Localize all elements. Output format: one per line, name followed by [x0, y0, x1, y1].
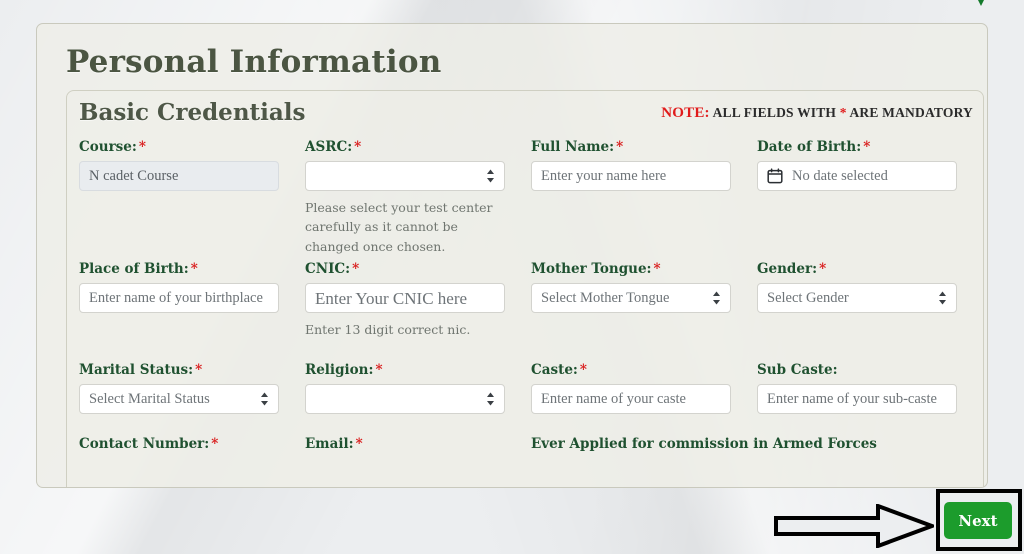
label-contact-number: Contact Number: * — [79, 436, 219, 452]
course-input[interactable]: N cadet Course — [79, 161, 279, 191]
form-row-2: Place of Birth: * Enter name of your birt… — [79, 261, 973, 362]
date-of-birth-input[interactable]: No date selected — [757, 161, 957, 191]
field-date-of-birth: Date of Birth: * No date selected — [757, 139, 957, 191]
full-name-input[interactable]: Enter your name here — [531, 161, 731, 191]
field-gender: Gender: * Select Gender — [757, 261, 957, 313]
form-grid: Course: * N cadet Course ASRC: * Please se… — [79, 139, 973, 475]
panel-title: Basic Credentials — [79, 99, 306, 126]
form-row-3: Marital Status: * Select Marital Status R… — [79, 362, 973, 435]
chevron-updown-icon — [938, 291, 947, 305]
cnic-input[interactable]: Enter Your CNIC here — [305, 283, 505, 313]
marital-status-value: Select Marital Status — [89, 390, 210, 407]
field-asrc: ASRC: * Please select your test center ca… — [305, 139, 505, 256]
chevron-updown-icon — [260, 392, 269, 406]
field-religion: Religion: * — [305, 362, 505, 414]
field-email: Email: * — [305, 435, 505, 453]
basic-credentials-panel: Basic Credentials NOTE: ALL FIELDS WITH … — [66, 90, 984, 487]
religion-select[interactable] — [305, 384, 505, 414]
cnic-hint: Enter 13 digit correct nic. — [305, 322, 471, 337]
field-marital-status: Marital Status: * Select Marital Status — [79, 362, 279, 414]
label-marital-status: Marital Status: * — [79, 362, 203, 378]
label-sub-caste: Sub Caste: — [757, 362, 838, 378]
date-of-birth-value: No date selected — [792, 167, 888, 184]
mother-tongue-value: Select Mother Tongue — [541, 289, 670, 306]
label-email: Email: * — [305, 436, 363, 452]
mandatory-note: NOTE: ALL FIELDS WITH * ARE MANDATORY — [661, 105, 973, 122]
marital-status-select[interactable]: Select Marital Status — [79, 384, 279, 414]
mother-tongue-select[interactable]: Select Mother Tongue — [531, 283, 731, 313]
label-place-of-birth: Place of Birth: * — [79, 261, 198, 277]
gender-value: Select Gender — [767, 289, 849, 306]
next-button[interactable]: Next — [944, 502, 1012, 539]
page-title: Personal Information — [66, 44, 442, 80]
field-full-name: Full Name: * Enter your name here — [531, 139, 731, 191]
asrc-select[interactable] — [305, 161, 505, 191]
field-sub-caste: Sub Caste: Enter name of your sub-caste — [757, 362, 957, 414]
asrc-hint: Please select your test center carefully… — [305, 200, 493, 254]
label-caste: Caste: * — [531, 362, 587, 378]
label-asrc: ASRC: * — [305, 139, 362, 155]
chevron-updown-icon — [486, 169, 495, 183]
calendar-icon — [767, 168, 783, 184]
chevron-updown-icon — [486, 392, 495, 406]
field-contact-number: Contact Number: * — [79, 435, 279, 453]
form-row-1: Course: * N cadet Course ASRC: * Please se… — [79, 139, 973, 261]
chevron-updown-icon — [712, 291, 721, 305]
place-of-birth-input[interactable]: Enter name of your birthplace — [79, 283, 279, 313]
label-mother-tongue: Mother Tongue: * — [531, 261, 661, 277]
form-row-4: Contact Number: * Email: * Ever Applied fo… — [79, 435, 973, 475]
personal-information-card: Personal Information Basic Credentials N… — [36, 23, 988, 488]
label-religion: Religion: * — [305, 362, 383, 378]
label-cnic: CNIC: * — [305, 261, 360, 277]
gender-select[interactable]: Select Gender — [757, 283, 957, 313]
field-ever-applied: Ever Applied for commission in Armed For… — [531, 435, 971, 453]
caste-input[interactable]: Enter name of your caste — [531, 384, 731, 414]
field-course: Course: * N cadet Course — [79, 139, 279, 191]
field-caste: Caste: * Enter name of your caste — [531, 362, 731, 414]
note-text-part1: ALL FIELDS WITH — [709, 105, 840, 120]
sub-caste-input[interactable]: Enter name of your sub-caste — [757, 384, 957, 414]
note-text-part2: ARE MANDATORY — [846, 105, 973, 120]
label-gender: Gender: * — [757, 261, 827, 277]
field-mother-tongue: Mother Tongue: * Select Mother Tongue — [531, 261, 731, 313]
note-asterisk: * — [839, 105, 847, 120]
label-date-of-birth: Date of Birth: * — [757, 139, 871, 155]
scroll-down-chevron-icon — [971, 0, 991, 12]
field-place-of-birth: Place of Birth: * Enter name of your birt… — [79, 261, 279, 313]
note-label: NOTE: — [661, 105, 710, 121]
field-cnic: CNIC: * Enter Your CNIC here Enter 13 dig… — [305, 261, 505, 339]
pointer-arrow-annotation — [774, 504, 934, 548]
label-course: Course: * — [79, 139, 146, 155]
label-ever-applied: Ever Applied for commission in Armed For… — [531, 436, 877, 452]
label-full-name: Full Name: * — [531, 139, 624, 155]
screen: Personal Information Basic Credentials N… — [0, 0, 1024, 554]
